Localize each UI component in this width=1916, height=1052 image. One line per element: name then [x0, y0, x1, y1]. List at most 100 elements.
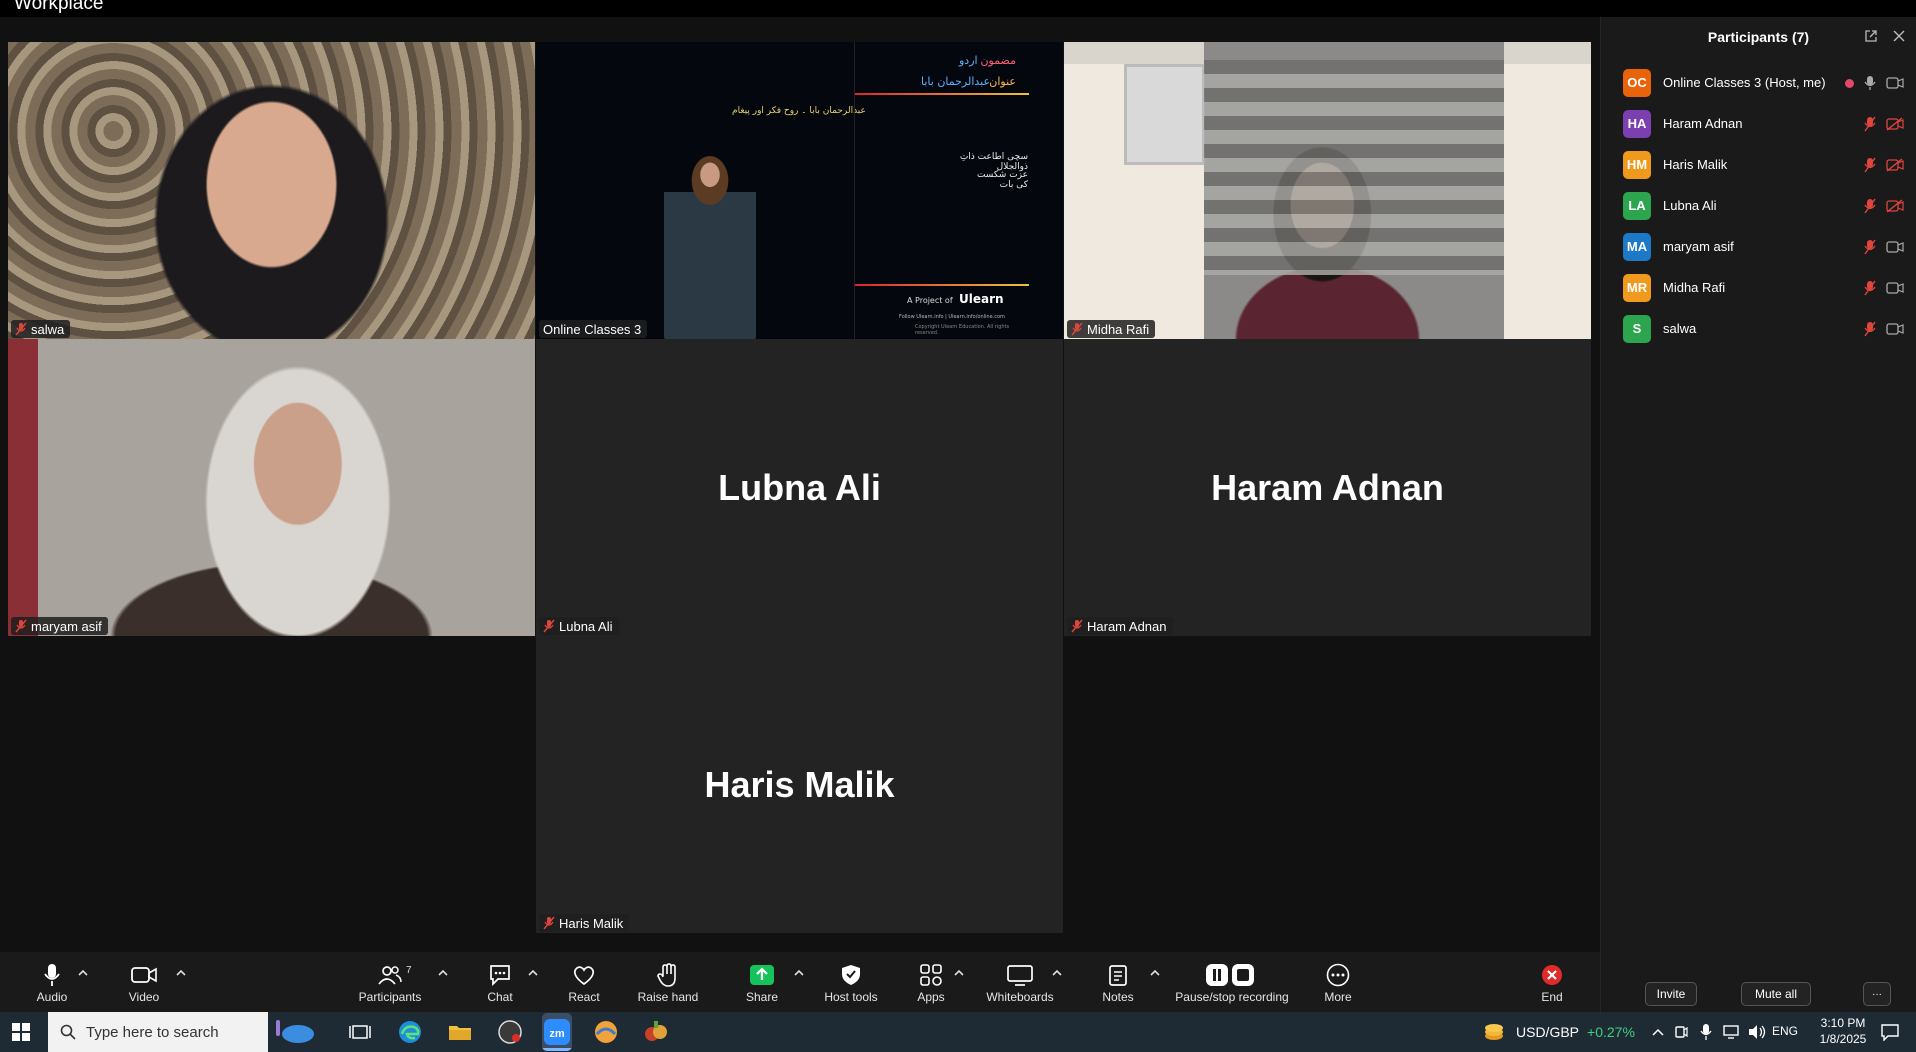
audio-options-chevron-icon[interactable]	[78, 969, 88, 977]
whiteboards-options-chevron-icon[interactable]	[1052, 969, 1062, 977]
video-tile-haram-adnan[interactable]: Haram Adnan Haram Adnan	[1064, 339, 1591, 636]
mic-muted-icon[interactable]	[1864, 239, 1876, 255]
windows-start-icon[interactable]	[12, 1023, 30, 1041]
participant-name: maryam asif	[31, 618, 102, 634]
notes-button[interactable]: Notes	[1098, 952, 1138, 1012]
video-tile-maryam-asif[interactable]: maryam asif	[8, 339, 535, 636]
react-label: React	[568, 990, 600, 1004]
chat-button[interactable]: Chat	[480, 952, 520, 1012]
network-icon[interactable]	[1722, 1024, 1740, 1040]
video-tile-haris-malik[interactable]: Haris Malik Haris Malik	[536, 636, 1063, 933]
end-meeting-button[interactable]: End	[1532, 952, 1572, 1012]
panel-more-button[interactable]: ···	[1863, 982, 1891, 1006]
participant-row[interactable]: HM Haris Malik	[1601, 144, 1916, 185]
share-options-chevron-icon[interactable]	[794, 969, 804, 977]
participants-options-chevron-icon[interactable]	[438, 969, 448, 977]
wallpaper-app-icon[interactable]	[592, 1018, 620, 1046]
video-feed	[8, 339, 535, 636]
board-note-1: سچی اطاعت ذاتِ ذوالجلال	[959, 152, 1028, 172]
raise-hand-button[interactable]: Raise hand	[636, 952, 700, 1012]
participant-name: Haram Adnan	[1087, 618, 1167, 634]
participant-row[interactable]: MR Midha Rafi	[1601, 267, 1916, 308]
host-tools-button[interactable]: Host tools	[822, 952, 880, 1012]
video-tile-midha-rafi[interactable]: Midha Rafi	[1064, 42, 1591, 339]
participant-row[interactable]: Ssalwa	[1601, 308, 1916, 349]
video-camera-icon[interactable]	[1886, 240, 1904, 254]
participants-button[interactable]: Participants	[354, 952, 426, 1012]
share-button[interactable]: Share	[742, 952, 782, 1012]
participant-name: maryam asif	[1663, 239, 1734, 254]
board-divider-top	[855, 93, 1029, 95]
camera-off-name: Lubna Ali	[718, 466, 881, 508]
microphone-icon[interactable]	[1864, 75, 1876, 91]
heart-icon	[573, 966, 595, 986]
participant-name: Online Classes 3	[543, 321, 642, 337]
video-off-icon[interactable]	[1886, 158, 1904, 172]
whiteboards-button[interactable]: Whiteboards	[986, 952, 1054, 1012]
participant-row[interactable]: MA maryam asif	[1601, 226, 1916, 267]
video-button[interactable]: Video	[124, 952, 164, 1012]
clock-date: 1/8/2025	[1819, 1032, 1867, 1046]
file-explorer-icon[interactable]	[446, 1018, 474, 1046]
audio-label: Audio	[36, 990, 68, 1004]
show-hidden-icons-chevron-icon[interactable]	[1652, 1027, 1664, 1037]
system-clock[interactable]: 3:10 PM 1/8/2025	[1808, 1015, 1878, 1047]
popout-icon[interactable]	[1864, 29, 1878, 43]
obs-studio-icon[interactable]	[496, 1018, 524, 1046]
game-app-icon[interactable]	[642, 1018, 670, 1046]
edge-browser-icon[interactable]	[396, 1018, 424, 1046]
participant-status-icons	[1864, 198, 1904, 214]
panel-title: Participants (7)	[1707, 29, 1810, 45]
mic-muted-icon[interactable]	[1864, 198, 1876, 214]
ticker-widget[interactable]: USD/GBP +0.27%	[1482, 1012, 1635, 1052]
notes-options-chevron-icon[interactable]	[1150, 969, 1160, 977]
video-camera-icon[interactable]	[1886, 281, 1904, 295]
mic-tray-icon[interactable]	[1700, 1023, 1712, 1041]
board-footer-1: Follow Ulearn.info | Ulearn.info/online.…	[899, 314, 1005, 320]
taskbar-search-box[interactable]: Type here to search	[48, 1012, 314, 1052]
mic-muted-icon[interactable]	[1864, 116, 1876, 132]
video-off-icon[interactable]	[1886, 199, 1904, 213]
react-button[interactable]: React	[564, 952, 604, 1012]
mic-muted-icon[interactable]	[1864, 157, 1876, 173]
zoom-app-icon[interactable]: zm	[542, 1013, 572, 1051]
video-feed	[1064, 42, 1591, 339]
video-options-chevron-icon[interactable]	[176, 969, 186, 977]
ticker-change: +0.27%	[1587, 1024, 1635, 1040]
mic-muted-icon[interactable]	[1864, 280, 1876, 296]
board-note-2: عزت شکست کی بات	[976, 170, 1028, 190]
mic-muted-icon[interactable]	[1864, 321, 1876, 337]
chat-options-chevron-icon[interactable]	[528, 969, 538, 977]
whiteboard-icon	[1007, 965, 1033, 986]
camera-off-name: Haris Malik	[704, 763, 895, 805]
recording-control-button[interactable]: Pause/stop recording	[1174, 952, 1290, 1012]
mute-all-button[interactable]: Mute all	[1741, 982, 1811, 1006]
video-tile-host[interactable]: عبدالرحمان بابا ۔ روح فکر اور پیغام مضمو…	[536, 42, 1063, 339]
share-label: Share	[745, 990, 779, 1004]
whiteboards-label: Whiteboards	[986, 990, 1054, 1004]
avatar: S	[1623, 314, 1651, 343]
apps-options-chevron-icon[interactable]	[954, 969, 964, 977]
video-camera-icon[interactable]	[1886, 322, 1904, 336]
shared-video-feed: عبدالرحمان بابا ۔ روح فکر اور پیغام مضمو…	[536, 42, 1063, 339]
participant-row[interactable]: HA Haram Adnan	[1601, 103, 1916, 144]
video-tile-salwa[interactable]: salwa	[8, 42, 535, 339]
participant-row[interactable]: LA Lubna Ali	[1601, 185, 1916, 226]
notifications-icon[interactable]	[1880, 1023, 1900, 1041]
audio-button[interactable]: Audio	[32, 952, 72, 1012]
video-tile-lubna-ali[interactable]: Lubna Ali Lubna Ali	[536, 339, 1063, 636]
video-off-icon[interactable]	[1886, 117, 1904, 131]
close-icon[interactable]	[1892, 29, 1906, 43]
avatar: MR	[1623, 273, 1651, 302]
meet-now-icon[interactable]	[1674, 1024, 1688, 1040]
volume-icon[interactable]	[1748, 1024, 1766, 1040]
more-button[interactable]: More	[1318, 952, 1358, 1012]
video-camera-icon[interactable]	[1886, 76, 1904, 90]
language-indicator[interactable]: ENG	[1772, 1024, 1798, 1038]
participant-row[interactable]: OC Online Classes 3 (Host, me)	[1601, 62, 1916, 103]
task-view-icon[interactable]	[346, 1018, 374, 1046]
recording-dot-icon	[1845, 78, 1854, 88]
participant-status-icons	[1864, 239, 1904, 255]
invite-button[interactable]: Invite	[1645, 982, 1697, 1006]
apps-button[interactable]: Apps	[911, 952, 951, 1012]
